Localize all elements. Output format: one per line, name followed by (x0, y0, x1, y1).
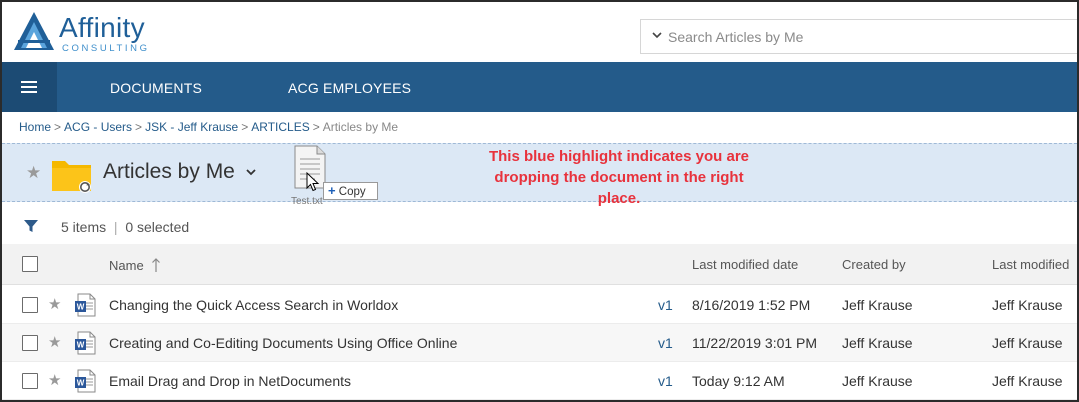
row-modified-by: Jeff Krause (992, 335, 1063, 351)
table-header: Name Last modified date Created by Last … (2, 244, 1077, 285)
breadcrumb-separator: > (135, 120, 143, 134)
dragged-filename: Test.txt (291, 196, 323, 207)
annotation-line: This blue highlight indicates you are (488, 148, 750, 165)
folder-drop-target[interactable]: ★ Articles by Me This blue highlight ind… (2, 143, 1077, 207)
table-row[interactable]: ★ W Email Drag and Drop in NetDocuments v1 T… (2, 362, 1077, 400)
table-row[interactable]: ★ W Changing the Quick Access Search in Wo… (2, 286, 1077, 324)
breadcrumb-separator: > (54, 120, 62, 134)
affinity-logo[interactable]: Affinity CONSULTING (12, 10, 172, 54)
row-created-by: Jeff Krause (842, 373, 913, 389)
breadcrumb-separator: > (241, 120, 249, 134)
affinity-logo-mark-icon (14, 12, 54, 50)
copy-label: Copy (338, 186, 366, 198)
column-name-label: Name (109, 258, 144, 273)
row-name[interactable]: Creating and Co-Editing Documents Using … (109, 335, 457, 351)
hamburger-icon-line (21, 91, 37, 93)
row-modified-by: Jeff Krause (992, 373, 1063, 389)
filter-icon[interactable] (23, 218, 39, 234)
mouse-cursor-icon (306, 172, 320, 192)
chevron-down-icon[interactable] (650, 28, 664, 42)
logo-subtitle: CONSULTING (62, 43, 150, 54)
favorite-star-icon[interactable]: ★ (26, 163, 41, 183)
breadcrumb-articles[interactable]: ARTICLES (251, 120, 309, 134)
menu-button[interactable] (2, 62, 57, 112)
row-version[interactable]: v1 (658, 373, 673, 389)
filter-row: 5 items | 0 selected (2, 210, 1077, 244)
row-version[interactable]: v1 (658, 335, 673, 351)
favorite-star-icon[interactable]: ★ (48, 295, 61, 313)
search-box[interactable] (640, 19, 1077, 54)
favorite-star-icon[interactable]: ★ (48, 333, 61, 351)
annotation-line: dropping the document in the right (494, 169, 744, 186)
column-header-name[interactable]: Name (109, 257, 161, 273)
annotation-text: This blue highlight indicates you are dr… (454, 146, 784, 209)
plus-icon: + (328, 183, 336, 198)
row-modified-date: Today 9:12 AM (692, 373, 785, 389)
row-created-by: Jeff Krause (842, 297, 913, 313)
sort-ascending-icon (152, 258, 161, 272)
row-name[interactable]: Changing the Quick Access Search in Worl… (109, 297, 398, 313)
breadcrumb-jsk[interactable]: JSK - Jeff Krause (145, 120, 238, 134)
word-document-icon: W (75, 369, 96, 393)
svg-text:W: W (77, 303, 85, 312)
column-header-modified-by[interactable]: Last modified (992, 257, 1069, 272)
folder-title: Articles by Me (103, 160, 235, 183)
top-header: Affinity CONSULTING (2, 2, 1077, 62)
svg-text:W: W (77, 379, 85, 388)
word-document-icon: W (75, 293, 96, 317)
breadcrumb-home[interactable]: Home (19, 120, 51, 134)
breadcrumb-acg-users[interactable]: ACG - Users (64, 120, 132, 134)
copy-indicator: + Copy (323, 182, 378, 200)
row-checkbox[interactable] (22, 335, 38, 351)
folder-icon (52, 161, 91, 193)
column-header-modified[interactable]: Last modified date (692, 257, 798, 272)
row-checkbox[interactable] (22, 297, 38, 313)
word-document-icon: W (75, 331, 96, 355)
row-modified-date: 11/22/2019 3:01 PM (692, 335, 818, 351)
row-version[interactable]: v1 (658, 297, 673, 313)
breadcrumb: Home > ACG - Users > JSK - Jeff Krause > ARTIC… (19, 120, 398, 134)
items-count: 5 items (61, 219, 107, 235)
nav-documents[interactable]: DOCUMENTS (110, 62, 202, 112)
annotation-line: place. (597, 190, 641, 207)
breadcrumb-current: Articles by Me (322, 120, 399, 134)
table-row[interactable]: ★ W Creating and Co-Editing Documents Usin… (2, 324, 1077, 362)
count-divider: | (113, 219, 118, 235)
hamburger-icon-line (21, 86, 37, 88)
select-all-checkbox[interactable] (22, 256, 38, 272)
selected-count: 0 selected (125, 219, 190, 235)
row-created-by: Jeff Krause (842, 335, 913, 351)
svg-text:W: W (77, 341, 85, 350)
row-checkbox[interactable] (22, 373, 38, 389)
hamburger-icon (21, 81, 37, 83)
search-input[interactable] (668, 20, 1068, 53)
row-name[interactable]: Email Drag and Drop in NetDocuments (109, 373, 351, 389)
breadcrumb-separator: > (312, 120, 320, 134)
nav-acg-employees[interactable]: ACG EMPLOYEES (288, 62, 411, 112)
column-header-created-by[interactable]: Created by (842, 257, 906, 272)
row-modified-by: Jeff Krause (992, 297, 1063, 313)
favorite-star-icon[interactable]: ★ (48, 371, 61, 389)
logo-name: Affinity (59, 12, 145, 43)
main-nav: DOCUMENTS ACG EMPLOYEES (2, 62, 1077, 112)
row-modified-date: 8/16/2019 1:52 PM (692, 297, 811, 313)
window-frame: Affinity CONSULTING DOCUMENTS ACG EMPLOY… (0, 0, 1079, 402)
chevron-down-icon[interactable] (245, 166, 257, 178)
item-count: 5 items | 0 selected (61, 219, 189, 235)
